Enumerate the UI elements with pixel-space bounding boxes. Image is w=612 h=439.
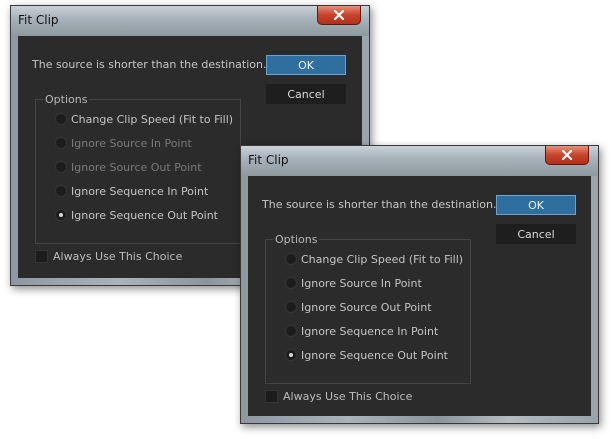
option-label: Ignore Sequence Out Point — [71, 208, 218, 222]
option-ignore-sequence-out-point[interactable]: Ignore Sequence Out Point — [55, 206, 218, 224]
option-ignore-source-out-point: Ignore Source Out Point — [55, 158, 202, 176]
checkbox-label: Always Use This Choice — [283, 390, 413, 403]
option-label: Change Clip Speed (Fit to Fill) — [301, 252, 464, 266]
always-use-choice-checkbox[interactable] — [35, 250, 48, 263]
radio-button-selected[interactable] — [55, 209, 67, 221]
dialog-body: The source is shorter than the destinati… — [248, 176, 591, 416]
radio-button[interactable] — [285, 325, 297, 337]
always-use-choice-checkbox[interactable] — [265, 390, 278, 403]
ok-button[interactable]: OK — [496, 195, 576, 215]
option-label: Change Clip Speed (Fit to Fill) — [71, 112, 234, 126]
options-legend: Options — [273, 233, 320, 246]
radio-dot — [59, 213, 63, 217]
radio-button[interactable] — [55, 185, 67, 197]
option-ignore-source-in-point[interactable]: Ignore Source In Point — [285, 274, 422, 292]
title-bar[interactable]: Fit Clip — [241, 146, 598, 176]
checkbox-label: Always Use This Choice — [53, 250, 183, 263]
close-button[interactable] — [545, 146, 589, 165]
radio-button[interactable] — [285, 301, 297, 313]
title-bar[interactable]: Fit Clip — [11, 6, 369, 36]
options-group: Options Change Clip Speed (Fit to Fill) … — [265, 233, 471, 384]
ok-button[interactable]: OK — [266, 55, 346, 75]
option-ignore-source-out-point[interactable]: Ignore Source Out Point — [285, 298, 432, 316]
option-label: Ignore Source Out Point — [301, 300, 432, 314]
option-label: Ignore Sequence Out Point — [301, 348, 448, 362]
cancel-button[interactable]: Cancel — [496, 224, 576, 244]
window-title: Fit Clip — [248, 153, 289, 167]
radio-button — [55, 137, 67, 149]
radio-button[interactable] — [55, 113, 67, 125]
option-label: Ignore Source In Point — [71, 136, 192, 150]
radio-button[interactable] — [285, 253, 297, 265]
radio-button-selected[interactable] — [285, 349, 297, 361]
radio-dot — [289, 353, 293, 357]
always-use-choice-row[interactable]: Always Use This Choice — [265, 390, 412, 403]
fit-clip-dialog-front: Fit Clip The source is shorter than the … — [240, 145, 599, 424]
option-label: Ignore Sequence In Point — [301, 324, 439, 338]
option-label: Ignore Source Out Point — [71, 160, 202, 174]
option-ignore-sequence-in-point[interactable]: Ignore Sequence In Point — [285, 322, 438, 340]
option-ignore-sequence-in-point[interactable]: Ignore Sequence In Point — [55, 182, 208, 200]
options-group: Options Change Clip Speed (Fit to Fill) … — [35, 93, 241, 244]
option-ignore-source-in-point: Ignore Source In Point — [55, 134, 192, 152]
radio-button — [55, 161, 67, 173]
option-change-clip-speed[interactable]: Change Clip Speed (Fit to Fill) — [285, 250, 463, 268]
close-icon — [333, 10, 345, 20]
message-text: The source is shorter than the destinati… — [32, 58, 267, 71]
message-text: The source is shorter than the destinati… — [262, 198, 497, 211]
option-label: Ignore Source In Point — [301, 276, 422, 290]
cancel-button[interactable]: Cancel — [266, 84, 346, 104]
close-icon — [561, 150, 573, 160]
always-use-choice-row[interactable]: Always Use This Choice — [35, 250, 182, 263]
option-label: Ignore Sequence In Point — [71, 184, 209, 198]
option-change-clip-speed[interactable]: Change Clip Speed (Fit to Fill) — [55, 110, 233, 128]
window-title: Fit Clip — [18, 13, 59, 27]
options-legend: Options — [43, 93, 90, 106]
close-button[interactable] — [317, 6, 361, 25]
radio-button[interactable] — [285, 277, 297, 289]
option-ignore-sequence-out-point[interactable]: Ignore Sequence Out Point — [285, 346, 448, 364]
